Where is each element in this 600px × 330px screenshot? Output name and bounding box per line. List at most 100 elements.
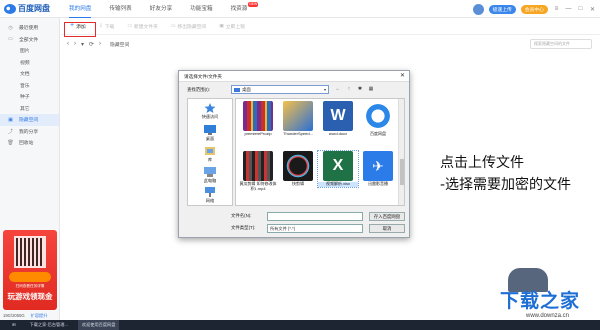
- baidu-cloud-icon: [4, 3, 16, 14]
- start-icon[interactable]: ⊞: [8, 320, 20, 330]
- lock-now-button[interactable]: ▣ 立即上锁: [214, 22, 250, 31]
- top-right-controls: 极速上传 会员中心 ≡ — □ ✕: [472, 2, 596, 16]
- new-folder-icon[interactable]: ✱: [356, 85, 364, 93]
- back-icon[interactable]: ‹: [67, 41, 69, 47]
- file-item[interactable]: W word.docx: [318, 101, 358, 137]
- tab-find-resources-label: 找资源: [230, 6, 248, 12]
- vip-center-button[interactable]: 会员中心: [520, 4, 548, 14]
- toolbar: + 添加 ⇩ 下载 ▭ 新建文件夹 ▭ 移出隐藏空间 ▣ 立即上锁: [61, 18, 600, 35]
- maximize-icon[interactable]: □: [577, 6, 584, 12]
- sidebar-item-label: 全部文件: [19, 37, 39, 43]
- sidebar-item-all-files[interactable]: ▭ 全部文件: [0, 34, 59, 46]
- menu-icon[interactable]: ≡: [553, 6, 560, 12]
- quick-edit-icon: [283, 151, 313, 181]
- avatar[interactable]: [472, 3, 484, 15]
- sidebar-item-torrents[interactable]: 种子: [0, 91, 59, 103]
- view-menu-icon[interactable]: ▦: [367, 85, 375, 93]
- refresh-icon[interactable]: ⟳: [89, 41, 94, 48]
- file-item[interactable]: 黄瓜剪辑 如何修改体积1.mp4: [238, 151, 278, 191]
- new-folder-button[interactable]: ▭ 新建文件夹: [122, 22, 163, 31]
- top-bar: 百度网盘 我的网盘 传输列表 好友分享 功能宝箱 找资源 NEW 极速上传 会员…: [0, 0, 600, 18]
- file-item[interactable]: premiereProzip: [238, 101, 278, 137]
- sidebar-item-hidden-space[interactable]: ▣ 隐藏空间: [0, 114, 59, 126]
- ad-banner[interactable]: 扫码查看任务详情 玩游戏领现金: [3, 230, 57, 310]
- file-item[interactable]: ✈ 迅雷影音播: [358, 151, 398, 187]
- file-item[interactable]: 百度网盘: [358, 101, 398, 137]
- tab-friend-share[interactable]: 好友分享: [141, 0, 181, 18]
- sidebar-item-other[interactable]: 其它: [0, 103, 59, 115]
- taskbar-item[interactable]: 下载之家-后台管理...: [26, 320, 72, 330]
- new-folder-button-label: 新建文件夹: [133, 24, 158, 30]
- back-icon[interactable]: ←: [334, 85, 342, 93]
- tab-toolbox[interactable]: 功能宝箱: [181, 0, 221, 18]
- cancel-button[interactable]: 取消: [369, 224, 405, 233]
- place-label: 此电脑: [203, 178, 217, 183]
- file-name: ThunderSpeed...: [283, 131, 313, 136]
- file-name: 黄瓜剪辑 如何修改体积1.mp4: [239, 181, 277, 191]
- ad-title: 玩游戏领现金: [7, 292, 53, 301]
- file-list-scrollbar[interactable]: [398, 99, 404, 205]
- file-name: word.docx: [328, 131, 348, 136]
- sidebar-item-videos[interactable]: 视频: [0, 57, 59, 69]
- word-doc-icon: W: [323, 101, 353, 131]
- sidebar-item-label: 我的分享: [19, 129, 39, 135]
- look-in-label: 查找范围(I):: [187, 87, 210, 92]
- breadcrumb[interactable]: 隐藏空间: [110, 41, 129, 48]
- place-this-pc[interactable]: 此电脑: [188, 167, 232, 184]
- folder-plus-icon: ▭: [127, 23, 132, 29]
- folder-icon: ▭: [8, 36, 13, 43]
- video-thumbnail-icon: [243, 151, 273, 181]
- file-name: 迅雷影音播: [368, 181, 388, 186]
- rar-archive-icon: [243, 101, 273, 131]
- speed-upload-button[interactable]: 极速上传: [488, 4, 516, 14]
- annotation-line: -选择需要加密的文件: [440, 177, 572, 193]
- scrollbar-thumb[interactable]: [400, 159, 404, 185]
- sidebar-item-music[interactable]: 音乐: [0, 80, 59, 92]
- app-logo: 百度网盘: [4, 3, 50, 14]
- tab-transfer-list[interactable]: 传输列表: [100, 0, 140, 18]
- file-picker-dialog: 请选择文件/文件夹 ✕ 查找范围(I): 桌面 ▾ ← ↑ ✱ ▦ 快速访问 桌…: [178, 70, 410, 238]
- main-nav: 我的网盘 传输列表 好友分享 功能宝箱 找资源 NEW: [60, 0, 259, 18]
- search-input[interactable]: 搜索隐藏空间的文件: [530, 39, 592, 49]
- sidebar-item-my-share[interactable]: ⤴ 我的分享: [0, 126, 59, 138]
- file-item-selected[interactable]: X 视频解析.xlsx: [317, 150, 359, 188]
- sidebar-item-recent[interactable]: ◷ 最近使用: [0, 22, 59, 34]
- taskbar-item-active[interactable]: 欢迎使用百度网盘: [77, 320, 120, 330]
- download-icon: ⇩: [98, 23, 103, 29]
- place-desktop[interactable]: 桌面: [188, 125, 232, 142]
- file-name: 视频解析.xlsx: [318, 181, 358, 187]
- file-item[interactable]: ThunderSpeed...: [278, 101, 318, 137]
- place-library[interactable]: 库: [188, 146, 232, 163]
- chevron-down-icon: ▾: [323, 87, 326, 92]
- expand-quota-link[interactable]: 扩容提升: [31, 313, 48, 319]
- qr-code: [14, 236, 46, 268]
- sidebar-item-label: 最近使用: [19, 26, 39, 32]
- remove-from-hidden-button[interactable]: ▭ 移出隐藏空间: [166, 22, 211, 31]
- place-label: 桌面: [205, 136, 215, 141]
- highlight-box: [64, 22, 96, 37]
- filetype-select[interactable]: 所有文件 (*.*): [267, 224, 363, 233]
- up-folder-icon[interactable]: ↑: [345, 85, 353, 93]
- minimize-icon[interactable]: —: [565, 6, 572, 12]
- watermark-url: www.downza.cn: [526, 313, 570, 319]
- forward-icon[interactable]: ›: [74, 41, 76, 47]
- file-item[interactable]: 快剪辑: [278, 151, 318, 187]
- download-button[interactable]: ⇩ 下载: [94, 22, 120, 31]
- filename-input[interactable]: [267, 212, 363, 221]
- tab-my-disk[interactable]: 我的网盘: [60, 0, 100, 18]
- sidebar-item-recycle-bin[interactable]: 🗑 回收站: [0, 137, 59, 149]
- save-to-netdisk-button[interactable]: 存入百度网盘: [369, 212, 405, 221]
- place-quick-access[interactable]: 快速访问: [188, 103, 232, 120]
- annotation-line: 点击上传文件: [440, 155, 524, 171]
- look-in-select[interactable]: 桌面 ▾: [231, 85, 329, 94]
- sidebar-item-docs[interactable]: 文档: [0, 68, 59, 80]
- tab-find-resources[interactable]: 找资源 NEW: [222, 0, 259, 18]
- dialog-close-icon[interactable]: ✕: [400, 72, 405, 79]
- windows-taskbar: ⊞ 下载之家-后台管理... 欢迎使用百度网盘: [0, 320, 600, 330]
- sidebar-item-label: 隐藏空间: [19, 118, 39, 124]
- ad-tag: [9, 272, 51, 282]
- dropdown-icon[interactable]: ▾: [81, 41, 84, 48]
- close-icon[interactable]: ✕: [589, 6, 596, 13]
- sidebar-item-images[interactable]: 图片: [0, 45, 59, 57]
- place-network[interactable]: 网络: [188, 187, 232, 204]
